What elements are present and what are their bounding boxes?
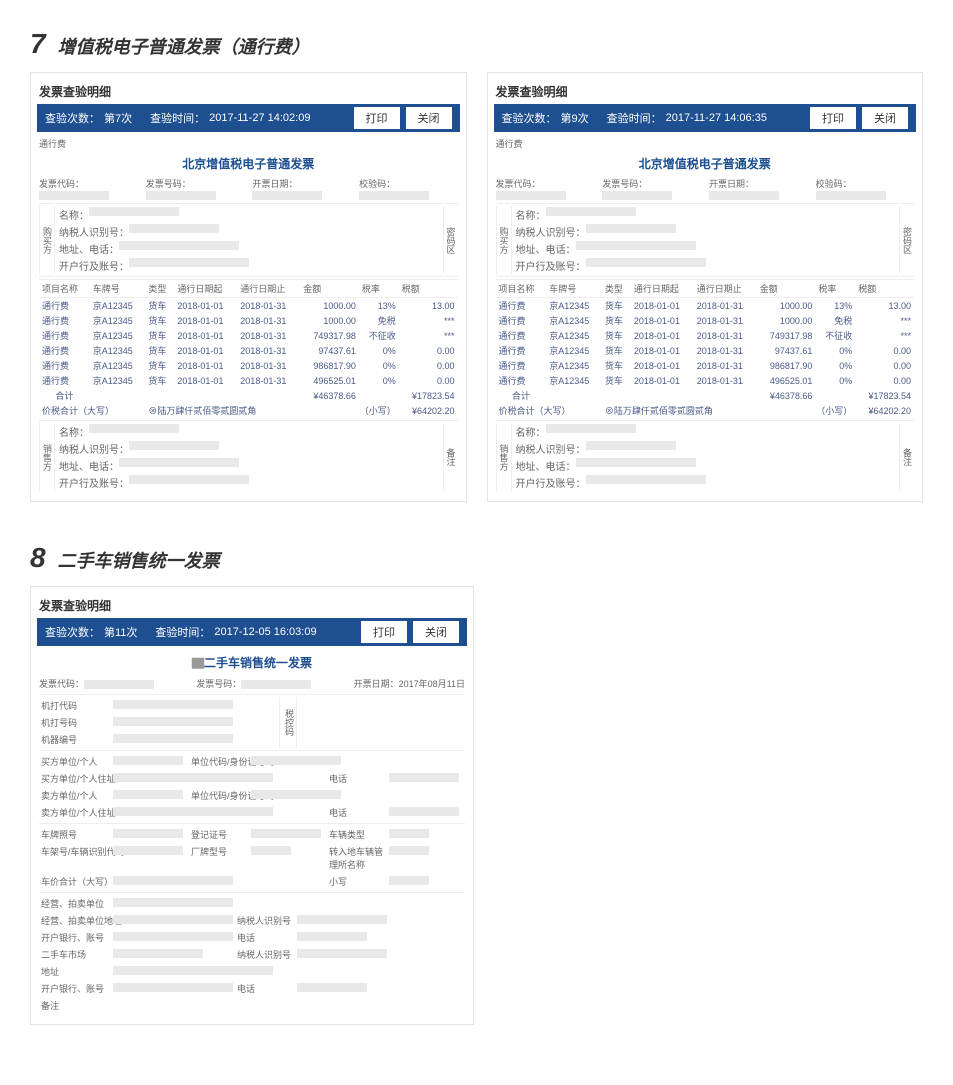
- vehicle-block: 车牌照号 登记证号 车辆类型 车架号/车辆识别代码 厂牌型号 转入地车辆管理所名…: [39, 826, 465, 890]
- time-value: 2017-11-27 14:06:35: [666, 112, 767, 124]
- table-row: 通行费京A12345货车2018-01-012018-01-31749317.9…: [496, 328, 915, 343]
- time-label: 查验时间：: [150, 110, 205, 126]
- toll-category-label: 通行费: [39, 137, 66, 150]
- card-b-toolbar: 查验次数： 第9次 查验时间： 2017-11-27 14:06:35 打印 关…: [494, 104, 917, 132]
- table-row: 通行费京A12345货车2018-01-012018-01-311000.00免…: [39, 313, 458, 328]
- section-8-number: 8: [30, 542, 46, 574]
- toll-invoice-card-a: 发票查验明细 查验次数： 第7次 查验时间： 2017-11-27 14:02:…: [30, 72, 467, 502]
- jym-label: 校验码：: [359, 179, 395, 189]
- fpdm-value: [39, 191, 109, 200]
- table-row: 通行费京A12345货车2018-01-012018-01-3197437.61…: [39, 343, 458, 358]
- parties-block: 买方单位/个人 单位代码/身份证号码 买方单位/个人住址 电话 卖方单位/个人 …: [39, 753, 465, 821]
- seller-block: 销售方 名称： 纳税人识别号： 地址、电话： 开户行及账号： 备注: [39, 423, 458, 491]
- toll-invoice-card-b: 发票查验明细 查验次数： 第9次 查验时间： 2017-11-27 14:06:…: [487, 72, 924, 502]
- card-title: 发票查验明细: [494, 79, 917, 104]
- kprq-value: 2017年08月11日: [399, 679, 465, 689]
- print-button[interactable]: 打印: [361, 621, 407, 643]
- jym-value: [359, 191, 429, 200]
- counts-value: 第11次: [104, 624, 137, 640]
- card-title: 发票查验明细: [37, 79, 460, 104]
- fphm-value: [146, 191, 216, 200]
- table-row: 通行费京A12345货车2018-01-012018-01-311000.001…: [39, 298, 458, 314]
- table-row: 通行费京A12345货车2018-01-012018-01-31496525.0…: [496, 373, 915, 388]
- used-car-toolbar: 查验次数： 第11次 查验时间： 2017-12-05 16:03:09 打印 …: [37, 618, 467, 646]
- table-row: 通行费京A12345货车2018-01-012018-01-311000.00免…: [496, 313, 915, 328]
- kprq-value: [252, 191, 322, 200]
- section-8-title: 二手车销售统一发票: [58, 547, 220, 573]
- section-7-number: 7: [30, 28, 46, 60]
- doc-title: 北京增值税电子普通发票: [39, 151, 458, 176]
- kprq-label: 开票日期：: [252, 179, 297, 189]
- table-row: 通行费京A12345货车2018-01-012018-01-31986817.9…: [39, 358, 458, 373]
- counts-value: 第9次: [561, 110, 589, 126]
- tax-ctrl-code-side: 税控码: [279, 697, 297, 748]
- buyer-side-label: 购买方: [39, 206, 55, 274]
- seller-side-label: 销售方: [39, 423, 55, 491]
- time-value: 2017-12-05 16:03:09: [214, 626, 316, 638]
- table-row: 通行费京A12345货车2018-01-012018-01-31749317.9…: [39, 328, 458, 343]
- card-a-toolbar: 查验次数： 第7次 查验时间： 2017-11-27 14:02:09 打印 关…: [37, 104, 460, 132]
- buyer-block: 购买方 名称： 纳税人识别号： 地址、电话： 开户行及账号： 密码区: [39, 206, 458, 274]
- card-title: 发票查验明细: [37, 593, 467, 618]
- used-car-invoice-card: 发票查验明细 查验次数： 第11次 查验时间： 2017-12-05 16:03…: [30, 586, 474, 1025]
- table-row: 通行费京A12345货车2018-01-012018-01-3197437.61…: [496, 343, 915, 358]
- table-row: 通行费京A12345货车2018-01-012018-01-311000.001…: [496, 298, 915, 314]
- section-8-row: 发票查验明细 查验次数： 第11次 查验时间： 2017-12-05 16:03…: [30, 586, 923, 1025]
- remark-side-label: 备注: [443, 423, 458, 491]
- table-row: 通行费京A12345货车2018-01-012018-01-31496525.0…: [39, 373, 458, 388]
- close-button[interactable]: 关闭: [406, 107, 452, 129]
- doc-title: 北京增值税电子普通发票: [496, 151, 915, 176]
- close-button[interactable]: 关闭: [862, 107, 908, 129]
- section-7-title: 增值税电子普通发票（通行费）: [58, 33, 310, 59]
- section-7-row: 发票查验明细 查验次数： 第7次 查验时间： 2017-11-27 14:02:…: [30, 72, 923, 502]
- used-doc-title: ▇二手车销售统一发票: [39, 650, 465, 675]
- close-button[interactable]: 关闭: [413, 621, 459, 643]
- time-value: 2017-11-27 14:02:09: [209, 112, 310, 124]
- auction-block: 经营、拍卖单位 经营、拍卖单位地址 纳税人识别号 开户银行、账号 电话 二手车市…: [39, 895, 465, 1014]
- print-button[interactable]: 打印: [810, 107, 856, 129]
- password-side-label: 密码区: [443, 206, 458, 274]
- fpdm-label: 发票代码：: [39, 179, 84, 189]
- print-button[interactable]: 打印: [354, 107, 400, 129]
- items-table-b: 项目名称 车牌号 类型 通行日期起 通行日期止 金额 税率 税额 通行费京A12…: [496, 279, 915, 418]
- fphm-label: 发票号码：: [146, 179, 191, 189]
- counts-value: 第7次: [104, 110, 132, 126]
- section-8-header: 8 二手车销售统一发票: [30, 542, 923, 574]
- machine-codes-block: 机打代码 税控码 机打号码 机器编号: [39, 697, 465, 748]
- counts-label: 查验次数：: [45, 110, 100, 126]
- items-table-a: 项目名称 车牌号 类型 通行日期起 通行日期止 金额 税率 税额 通行费京A12…: [39, 279, 458, 418]
- section-7-header: 7 增值税电子普通发票（通行费）: [30, 28, 923, 60]
- table-row: 通行费京A12345货车2018-01-012018-01-31986817.9…: [496, 358, 915, 373]
